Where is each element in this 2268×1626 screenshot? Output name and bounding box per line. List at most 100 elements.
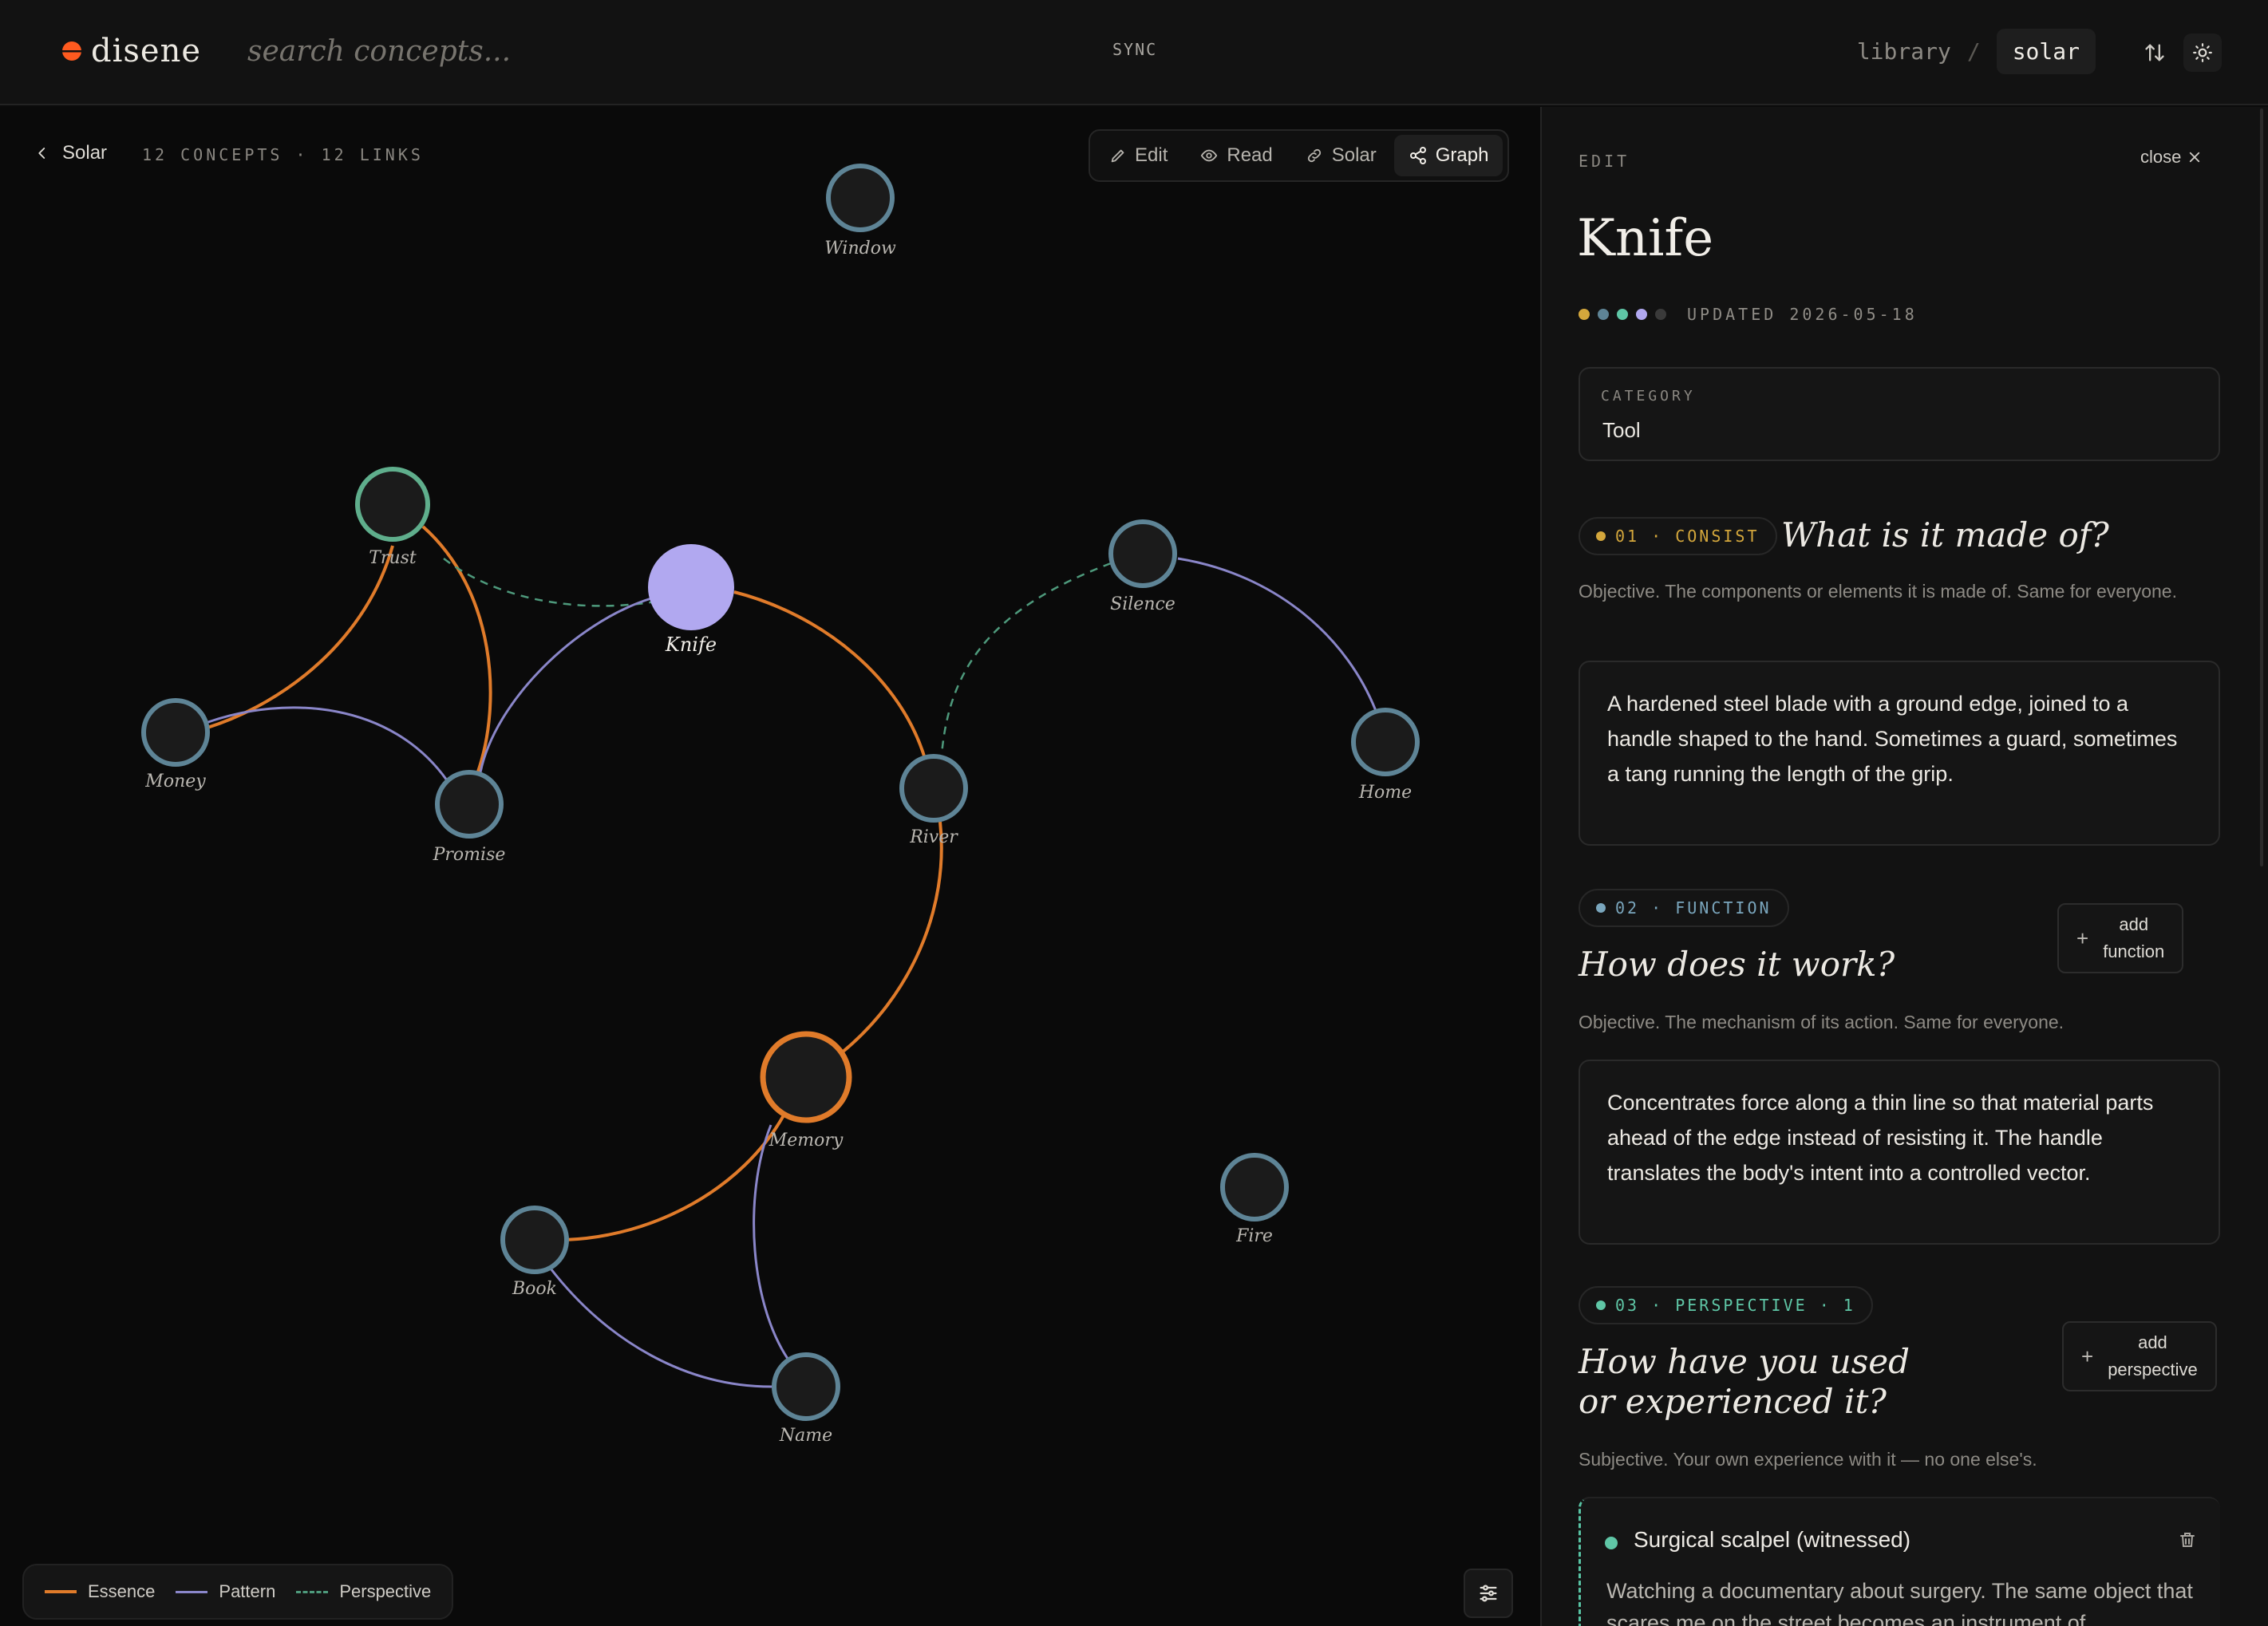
concept-title: Knife bbox=[1577, 209, 1714, 268]
node-label: Promise bbox=[433, 845, 506, 865]
badge-label: 03 · PERSPECTIVE · 1 bbox=[1615, 1296, 1855, 1315]
node-label: Trust bbox=[369, 548, 417, 568]
section-badge-function: 02 · FUNCTION bbox=[1579, 889, 1789, 927]
sun-icon[interactable] bbox=[2183, 34, 2222, 72]
badge-dot bbox=[1596, 531, 1606, 541]
node-label: Home bbox=[1358, 783, 1412, 803]
concept-meta: UPDATED 2026-05-18 bbox=[1579, 305, 1918, 324]
section-badge-consist: 01 · CONSIST bbox=[1579, 517, 1777, 555]
search-input[interactable] bbox=[247, 27, 630, 75]
badge-dot bbox=[1596, 903, 1606, 913]
plus-icon: + bbox=[2076, 926, 2089, 950]
updated-date: UPDATED 2026-05-18 bbox=[1687, 305, 1918, 324]
node-trust[interactable]: Trust bbox=[355, 467, 430, 568]
edge-money-promise bbox=[205, 706, 448, 781]
legend-essence: Essence bbox=[45, 1581, 155, 1602]
concept-edit-panel: EDIT close Knife UPDATED 2026-05-18 CATE… bbox=[1540, 107, 2268, 1626]
plus-icon: + bbox=[2081, 1344, 2094, 1368]
concept-graph[interactable]: Window Trust Knife Silence Money Home Pr… bbox=[0, 107, 1540, 1626]
category-value[interactable]: Tool bbox=[1602, 418, 1641, 443]
section-help-perspective: Subjective. Your own experience with it … bbox=[1579, 1449, 2037, 1470]
badge-label: 01 · CONSIST bbox=[1615, 527, 1760, 546]
edge-silence-river bbox=[940, 562, 1112, 756]
status-dot bbox=[1598, 309, 1609, 320]
node-memory[interactable]: Memory bbox=[760, 1031, 852, 1150]
edge-trust-knife bbox=[443, 558, 657, 607]
node-silence[interactable]: Silence bbox=[1108, 519, 1177, 614]
close-icon bbox=[2190, 152, 2200, 163]
node-window[interactable]: Window bbox=[824, 164, 896, 259]
legend-swatch bbox=[176, 1590, 208, 1593]
badge-dot bbox=[1596, 1300, 1606, 1310]
edge-trust-promise bbox=[421, 525, 492, 775]
breadcrumb-library[interactable]: library bbox=[1857, 38, 1951, 65]
sync-button[interactable]: SYNC bbox=[1112, 40, 1157, 59]
node-home[interactable]: Home bbox=[1351, 708, 1420, 803]
close-panel-button[interactable]: close bbox=[2140, 147, 2202, 168]
app-logo[interactable]: disene bbox=[62, 29, 201, 73]
node-river[interactable]: River bbox=[899, 754, 968, 847]
graph-pane: Window Trust Knife Silence Money Home Pr… bbox=[0, 107, 1540, 1626]
breadcrumb-separator: / bbox=[1966, 37, 1981, 65]
section-badge-perspective: 03 · PERSPECTIVE · 1 bbox=[1579, 1286, 1873, 1324]
node-book[interactable]: Book bbox=[500, 1206, 569, 1299]
consist-text-field[interactable]: A hardened steel blade with a ground edg… bbox=[1579, 661, 2220, 846]
tab-label: Solar bbox=[1331, 144, 1377, 166]
edge-book-name bbox=[549, 1268, 776, 1388]
link-icon bbox=[1307, 148, 1321, 163]
function-text-field[interactable]: Concentrates force along a thin line so … bbox=[1579, 1060, 2220, 1245]
section-help-function: Objective. The mechanism of its action. … bbox=[1579, 1012, 2065, 1032]
view-mode-switcher: Edit Read Solar Graph bbox=[1089, 129, 1510, 182]
legend-perspective: Perspective bbox=[296, 1581, 431, 1602]
back-label: Solar bbox=[62, 142, 108, 164]
panel-mode-label: EDIT bbox=[1579, 152, 1630, 171]
node-fire[interactable]: Fire bbox=[1220, 1153, 1289, 1246]
add-function-button[interactable]: + add function bbox=[2057, 903, 2184, 973]
node-label: Silence bbox=[1110, 594, 1175, 614]
node-label: Knife bbox=[665, 633, 717, 656]
filter-settings-button[interactable] bbox=[1464, 1569, 1513, 1618]
sort-icon[interactable] bbox=[2136, 34, 2174, 72]
graph-legend: Essence Pattern Perspective bbox=[22, 1564, 454, 1620]
edge-trust-money bbox=[207, 545, 394, 729]
category-field[interactable]: CATEGORY Tool bbox=[1579, 367, 2220, 461]
node-knife[interactable]: Knife bbox=[648, 544, 734, 656]
breadcrumb-current[interactable]: solar bbox=[1996, 28, 2096, 74]
panel-scrollbar[interactable] bbox=[2260, 109, 2263, 866]
node-label: Book bbox=[512, 1279, 557, 1299]
tab-read[interactable]: Read bbox=[1185, 135, 1286, 176]
eye-icon bbox=[1201, 149, 1218, 162]
tab-label: Edit bbox=[1135, 144, 1168, 166]
pencil-icon bbox=[1111, 149, 1124, 163]
tab-edit[interactable]: Edit bbox=[1095, 135, 1182, 176]
tab-label: Read bbox=[1227, 144, 1273, 166]
share-icon bbox=[1409, 147, 1426, 164]
section-help-consist: Objective. The components or elements it… bbox=[1579, 581, 2177, 602]
legend-label: Pattern bbox=[219, 1581, 276, 1601]
perspective-entry-body: Watching a documentary about surgery. Th… bbox=[1606, 1579, 2193, 1626]
section-question-perspective: How have you used or experienced it? bbox=[1579, 1342, 1910, 1421]
edge-silence-home bbox=[1177, 557, 1379, 716]
tab-graph[interactable]: Graph bbox=[1393, 135, 1503, 176]
legend-swatch bbox=[45, 1590, 77, 1593]
back-button[interactable]: Solar bbox=[35, 142, 107, 164]
trash-icon[interactable] bbox=[2178, 1530, 2197, 1553]
top-bar: disene SYNC library / solar bbox=[0, 0, 2268, 105]
entry-dot bbox=[1605, 1537, 1618, 1549]
tab-solar[interactable]: Solar bbox=[1290, 135, 1391, 176]
node-promise[interactable]: Promise bbox=[433, 770, 506, 865]
legend-label: Perspective bbox=[339, 1581, 432, 1601]
close-label: close bbox=[2140, 147, 2182, 167]
status-dot bbox=[1655, 309, 1666, 320]
badge-label: 02 · FUNCTION bbox=[1615, 898, 1772, 918]
breadcrumb: library / solar bbox=[1857, 26, 2096, 77]
status-dot bbox=[1579, 309, 1590, 320]
edge-river-memory bbox=[840, 821, 943, 1055]
node-label: Window bbox=[824, 239, 896, 259]
node-money[interactable]: Money bbox=[141, 698, 210, 791]
perspective-entry[interactable]: Surgical scalpel (witnessed) Watching a … bbox=[1579, 1497, 2220, 1626]
logo-mark-icon bbox=[62, 41, 81, 61]
node-name[interactable]: Name bbox=[772, 1352, 840, 1446]
add-perspective-button[interactable]: + add perspective bbox=[2062, 1321, 2217, 1391]
logo-text: disene bbox=[91, 33, 202, 69]
